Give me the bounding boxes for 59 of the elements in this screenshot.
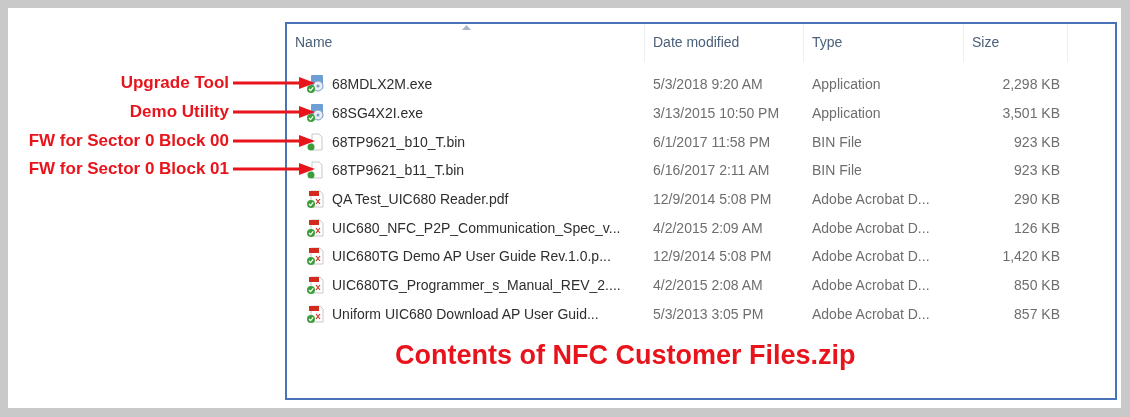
file-name[interactable]: 68TP9621_b10_T.bin	[332, 133, 466, 150]
file-size: 850 KB	[1013, 277, 1061, 294]
date-modified: 12/9/2014 5:08 PM	[652, 191, 773, 208]
arrow-icon	[233, 76, 315, 91]
date-modified: 5/3/2018 9:20 AM	[652, 76, 764, 93]
date-modified: 5/3/2013 3:05 PM	[652, 305, 765, 322]
date-modified: 6/16/2017 2:11 AM	[652, 162, 771, 179]
pdf-icon	[307, 218, 325, 237]
file-size: 923 KB	[1013, 133, 1061, 150]
file-icon	[307, 161, 325, 180]
file-name[interactable]: Uniform UIC680 Download AP User Guid...	[332, 305, 599, 322]
column-header[interactable]: Type	[804, 24, 964, 62]
file-type: Adobe Acrobat D...	[811, 277, 931, 294]
file-name[interactable]: 68MDLX2M.exe	[332, 76, 433, 93]
date-modified: 4/2/2015 2:08 AM	[652, 277, 764, 294]
pdf-icon	[307, 304, 325, 323]
application-icon	[307, 104, 325, 123]
file-name[interactable]: UIC680TG_Programmer_s_Manual_REV_2....	[332, 277, 621, 294]
file-type: Application	[811, 105, 882, 122]
annotation-label: FW for Sector 0 Block 00	[28, 130, 229, 151]
file-type: Adobe Acrobat D...	[811, 305, 931, 322]
pdf-icon	[307, 276, 325, 295]
file-name[interactable]: 68SG4X2I.exe	[332, 105, 424, 122]
column-header[interactable]: Name	[287, 24, 645, 62]
column-header[interactable]: Size	[964, 24, 1068, 62]
file-size: 126 KB	[1013, 219, 1061, 236]
date-modified: 12/9/2014 5:08 PM	[652, 248, 773, 265]
application-icon	[307, 75, 325, 94]
arrow-icon	[233, 105, 315, 120]
sort-caret-icon	[461, 25, 471, 30]
file-type: Application	[811, 76, 882, 93]
file-size: 3,501 KB	[1001, 105, 1061, 122]
file-name[interactable]: QA Test_UIC680 Reader.pdf	[332, 191, 509, 208]
file-size: 2,298 KB	[1001, 76, 1061, 93]
file-name[interactable]: UIC680TG Demo AP User Guide Rev.1.0.p...	[332, 248, 611, 265]
column-header[interactable]: Date modified	[645, 24, 804, 62]
arrow-icon	[233, 162, 315, 177]
annotation-label: FW for Sector 0 Block 01	[28, 159, 229, 180]
file-type: Adobe Acrobat D...	[811, 219, 931, 236]
file-name[interactable]: UIC680_NFC_P2P_Communication_Spec_v...	[332, 219, 621, 236]
caption: Contents of NFC Customer Files.zip	[395, 340, 857, 372]
file-name[interactable]: 68TP9621_b11_T.bin	[332, 162, 465, 179]
file-type: BIN File	[811, 162, 863, 179]
file-size: 857 KB	[1013, 305, 1061, 322]
file-size: 290 KB	[1013, 191, 1061, 208]
file-size: 1,420 KB	[1001, 248, 1061, 265]
arrow-icon	[233, 133, 315, 148]
pdf-icon	[307, 190, 325, 209]
file-type: Adobe Acrobat D...	[811, 248, 931, 265]
pdf-icon	[307, 247, 325, 266]
date-modified: 4/2/2015 2:09 AM	[652, 219, 764, 236]
annotation-label: Upgrade Tool	[120, 73, 229, 94]
file-size: 923 KB	[1013, 162, 1061, 179]
date-modified: 6/1/2017 11:58 PM	[652, 133, 772, 150]
file-type: Adobe Acrobat D...	[811, 191, 931, 208]
annotation-label: Demo Utility	[129, 102, 229, 123]
file-icon	[307, 132, 325, 151]
date-modified: 3/13/2015 10:50 PM	[652, 105, 781, 122]
file-type: BIN File	[811, 133, 863, 150]
